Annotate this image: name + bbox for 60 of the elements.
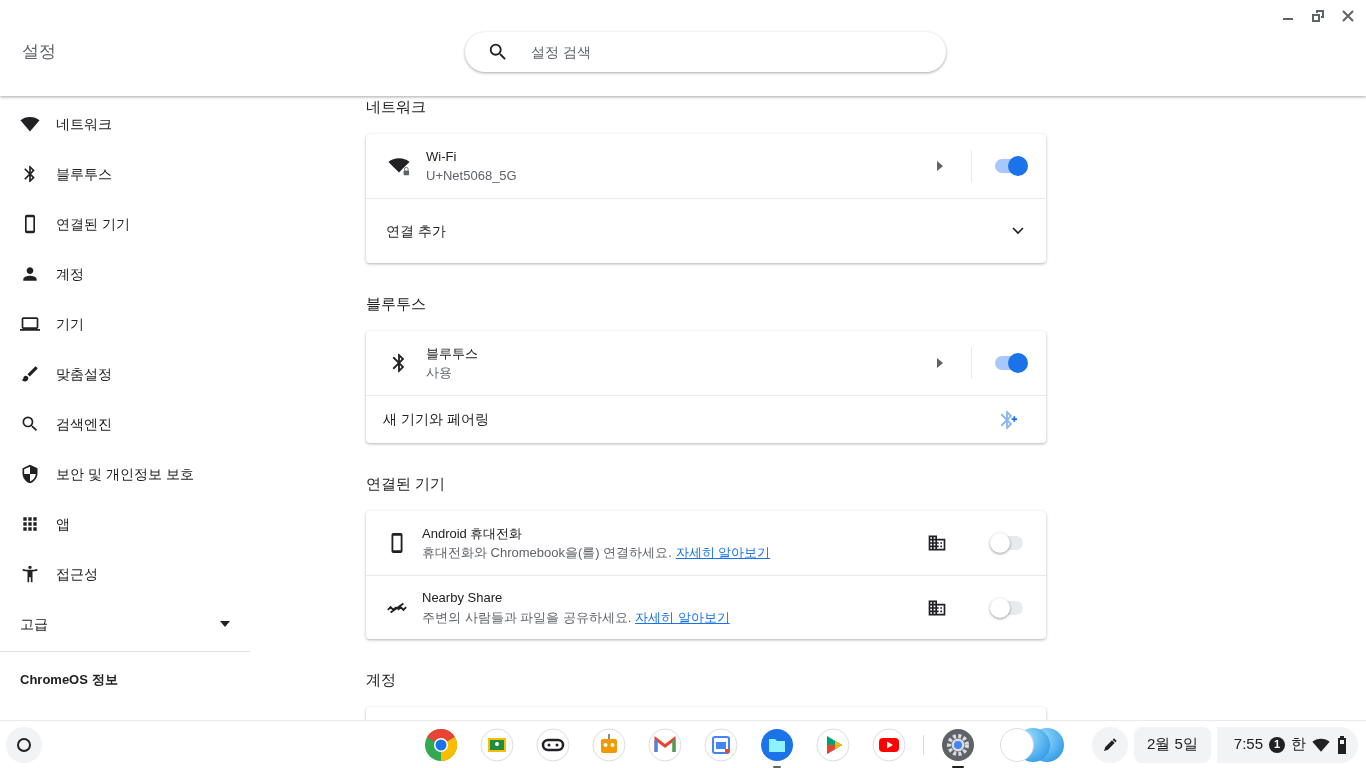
toggle-switch[interactable] <box>995 356 1027 370</box>
notification-count: 1 <box>1269 736 1285 753</box>
sidebar-item[interactable]: 보안 및 개인정보 보호 <box>0 449 250 499</box>
pen-icon <box>1101 736 1118 753</box>
search-icon <box>487 41 509 63</box>
learn-more-link[interactable]: 자세히 알아보기 <box>635 609 730 625</box>
battery-icon <box>1336 735 1348 754</box>
section-heading: 계정 <box>366 669 396 690</box>
section-heading: 네트워크 <box>366 96 426 117</box>
search-field[interactable]: 설정 검색 <box>465 32 946 72</box>
triangle-right-icon[interactable] <box>937 161 943 171</box>
triangle-right-icon[interactable] <box>937 358 943 368</box>
sidebar-item[interactable]: 맞춤설정 <box>0 349 250 399</box>
input-method: 한 <box>1291 734 1306 755</box>
wifi-icon <box>20 114 40 134</box>
row-description: 주변의 사람들과 파일을 공유하세요. 자세히 알아보기 <box>422 608 731 627</box>
row-title: Wi-Fi <box>426 147 458 166</box>
toggle-switch[interactable] <box>991 600 1023 615</box>
row-description: 휴대전화와 Chromebook을(를) 연결하세요. 자세히 알아보기 <box>422 544 772 562</box>
circle-icon <box>16 736 32 753</box>
holding-space-thumbnails[interactable] <box>999 726 1066 763</box>
status-tray[interactable]: 7:55 1 한 <box>1216 726 1358 763</box>
accessibility-icon <box>20 564 40 584</box>
launcher-button[interactable] <box>6 726 42 763</box>
section-heading: 블루투스 <box>366 293 426 314</box>
grid-icon <box>20 514 40 534</box>
close-icon[interactable] <box>1340 8 1356 24</box>
expand-row[interactable]: 연결 추가 <box>366 198 1046 263</box>
sidebar-item[interactable]: 기기 <box>0 299 250 349</box>
wifi-lock-icon <box>388 155 410 177</box>
sidebar-item[interactable]: 접근성 <box>0 549 250 599</box>
restore-icon[interactable] <box>1310 8 1326 24</box>
advanced-menu-item[interactable]: 고급 <box>0 599 250 649</box>
sidebar-item[interactable]: 네트워크 <box>0 99 250 149</box>
row-title: 블루투스 <box>426 344 479 363</box>
search-icon <box>20 414 40 434</box>
laptop-icon <box>20 314 40 334</box>
stylus-button[interactable] <box>1091 726 1128 763</box>
learn-more-link[interactable]: 자세히 알아보기 <box>675 545 771 560</box>
pair-device-row[interactable]: 새 기기와 페어링 <box>366 395 1046 443</box>
search-input: 설정 검색 <box>531 41 946 63</box>
shield-icon <box>20 464 40 484</box>
row-title: Android 휴대전화 <box>422 524 524 543</box>
row-subtitle: U+Net5068_5G <box>426 167 518 185</box>
date-button[interactable]: 2월 5일 <box>1133 726 1211 763</box>
sidebar-item[interactable]: 블루투스 <box>0 149 250 199</box>
row-title: Nearby Share <box>422 589 504 607</box>
sidebar-item[interactable]: 검색엔진 <box>0 399 250 449</box>
about-link[interactable]: ChromeOS 정보 <box>20 670 118 690</box>
toggle-switch[interactable] <box>995 159 1027 173</box>
window-title: 설정 <box>22 42 56 62</box>
brush-icon <box>20 364 40 384</box>
clock: 7:55 <box>1233 734 1263 755</box>
sidebar-item[interactable]: 앱 <box>0 499 250 549</box>
section-heading: 연결된 기기 <box>366 473 446 494</box>
row-subtitle: 사용 <box>426 364 453 382</box>
sidebar-item[interactable]: 연결된 기기 <box>0 199 250 249</box>
toggle-switch[interactable] <box>991 536 1023 550</box>
sidebar-item[interactable]: 계정 <box>0 249 250 299</box>
building-icon <box>927 533 947 553</box>
